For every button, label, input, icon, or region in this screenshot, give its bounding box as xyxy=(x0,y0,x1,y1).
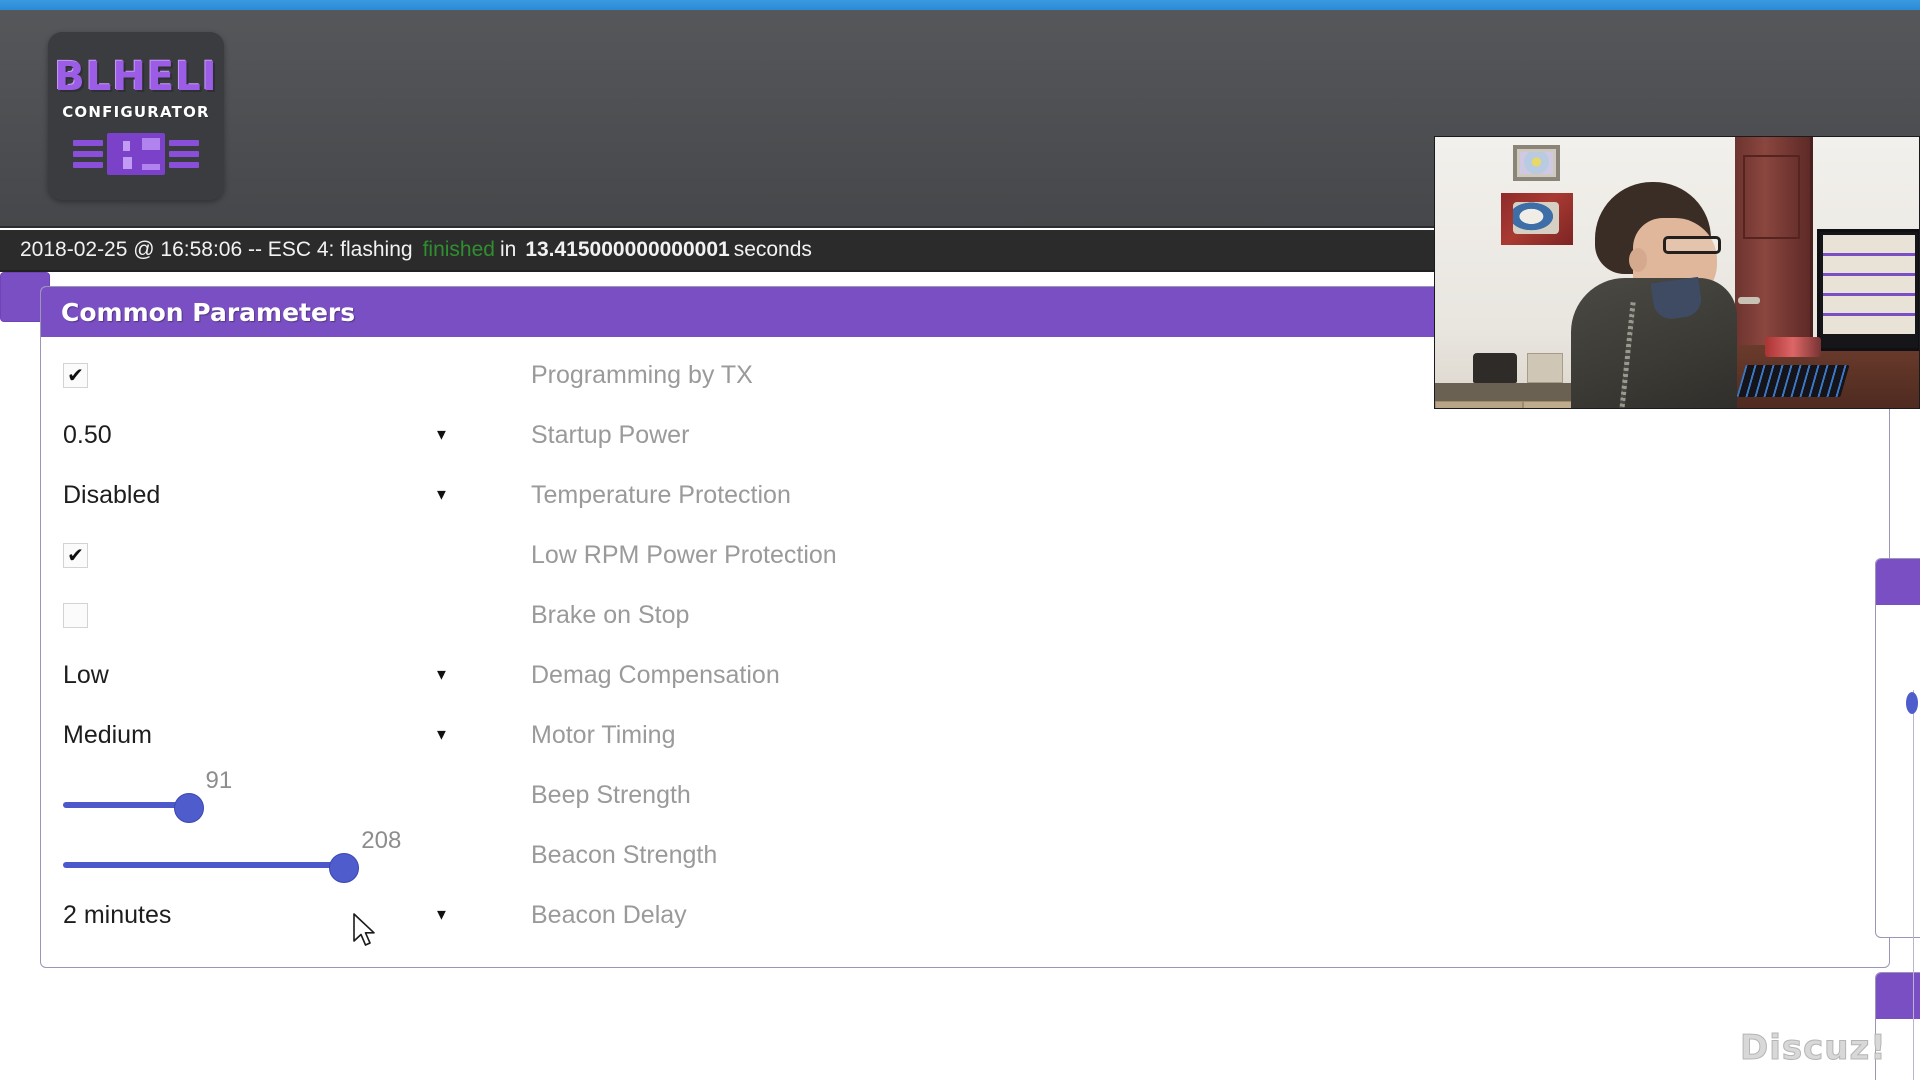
webcam-keyboard xyxy=(1736,365,1850,397)
slider-track[interactable] xyxy=(63,802,188,808)
webcam-door xyxy=(1735,137,1813,365)
slider[interactable]: 208 xyxy=(63,825,463,885)
parameter-row: 2 minutes ▼ Beacon Delay xyxy=(41,885,1889,945)
logo-artwork-icon xyxy=(73,132,199,176)
select-value[interactable]: 2 minutes xyxy=(63,901,171,930)
status-timestamp: 2018-02-25 @ 16:58:06 -- ESC 4: flashing xyxy=(20,238,413,261)
parameter-row: Medium ▼ Motor Timing xyxy=(41,705,1889,765)
parameter-label: Beacon Delay xyxy=(531,900,687,929)
parameter-label: Low RPM Power Protection xyxy=(531,540,837,569)
top-accent-strip xyxy=(0,0,1920,10)
logo-primary-text: BLHELI xyxy=(54,53,218,100)
parameter-rows: ✔ Programming by TX 0.50 ▼ Startup Power Disa… xyxy=(41,337,1889,945)
chevron-down-icon[interactable]: ▼ xyxy=(434,427,449,444)
parameter-control-cell: 208 xyxy=(41,825,471,885)
webcam-monitor xyxy=(1817,229,1919,351)
parameter-row: Brake on Stop xyxy=(41,585,1889,645)
checkbox-checked[interactable]: ✔ xyxy=(63,542,88,568)
parameter-control-cell: 91 xyxy=(41,765,471,825)
slider-thumb[interactable] xyxy=(173,793,204,823)
parameter-label: Brake on Stop xyxy=(531,600,690,629)
side-slider-thumb-upper[interactable] xyxy=(1906,692,1918,714)
select-value[interactable]: 0.50 xyxy=(63,421,112,450)
chevron-down-icon[interactable]: ▼ xyxy=(434,487,449,504)
parameter-label: Startup Power xyxy=(531,420,690,449)
parameter-row: Low ▼ Demag Compensation xyxy=(41,645,1889,705)
webcam-door-handle xyxy=(1738,297,1760,304)
select-value[interactable]: Medium xyxy=(63,721,152,750)
parameter-row: ✔ Low RPM Power Protection xyxy=(41,525,1889,585)
chevron-down-icon[interactable]: ▼ xyxy=(434,727,449,744)
parameter-label: Demag Compensation xyxy=(531,660,780,689)
webcam-person xyxy=(1571,182,1737,408)
parameter-label: Motor Timing xyxy=(531,720,676,749)
parameter-row: Disabled ▼ Temperature Protection xyxy=(41,465,1889,525)
parameter-label: Programming by TX xyxy=(531,360,753,389)
parameter-control-cell xyxy=(41,585,471,645)
checkbox-unchecked[interactable] xyxy=(63,602,88,628)
parameter-label: Beacon Strength xyxy=(531,840,718,869)
select-value[interactable]: Disabled xyxy=(63,481,160,510)
status-unit: seconds xyxy=(733,238,812,261)
webcam-overlay: 茶 古茶 xyxy=(1434,136,1920,409)
parameter-control-cell: Disabled ▼ xyxy=(41,465,471,525)
parameter-control-cell: ✔ xyxy=(41,345,471,405)
parameter-control-cell: 0.50 ▼ xyxy=(41,405,471,465)
parameter-label: Beep Strength xyxy=(531,780,691,809)
checkbox-checked[interactable]: ✔ xyxy=(63,362,88,388)
slider-track[interactable] xyxy=(63,862,344,868)
app-logo[interactable]: BLHELI CONFIGURATOR xyxy=(48,32,224,200)
side-panel-upper-header xyxy=(1876,559,1920,605)
parameter-row: 0.50 ▼ Startup Power xyxy=(41,405,1889,465)
slider-thumb[interactable] xyxy=(329,853,360,883)
chevron-down-icon[interactable]: ▼ xyxy=(434,667,449,684)
mouse-cursor xyxy=(353,913,375,946)
webcam-fpv-parts xyxy=(1765,337,1821,357)
select-value[interactable]: Low xyxy=(63,661,109,690)
parameter-row: 208 Beacon Strength xyxy=(41,825,1889,885)
parameter-label: Temperature Protection xyxy=(531,480,791,509)
webcam-picture-frame xyxy=(1513,145,1560,181)
slider[interactable]: 91 xyxy=(63,765,463,825)
slider-value: 91 xyxy=(205,767,233,794)
discuz-watermark: Discuz! xyxy=(1740,1028,1887,1069)
parameter-control-cell: Medium ▼ xyxy=(41,705,471,765)
parameter-control-cell: 2 minutes ▼ xyxy=(41,885,471,945)
webcam-poster xyxy=(1501,193,1573,245)
parameter-control-cell: Low ▼ xyxy=(41,645,471,705)
slider-value: 208 xyxy=(361,827,402,854)
parameter-control-cell: ✔ xyxy=(41,525,471,585)
page-title: Common Parameters xyxy=(61,297,356,327)
parameter-row: 91 Beep Strength xyxy=(41,765,1889,825)
chevron-down-icon[interactable]: ▼ xyxy=(434,907,449,924)
side-panel-divider xyxy=(1913,690,1914,1080)
status-duration: 13.415000000000001 xyxy=(525,238,730,261)
status-result: finished xyxy=(422,238,495,261)
logo-secondary-text: CONFIGURATOR xyxy=(62,102,210,121)
status-connector: in xyxy=(499,238,517,261)
